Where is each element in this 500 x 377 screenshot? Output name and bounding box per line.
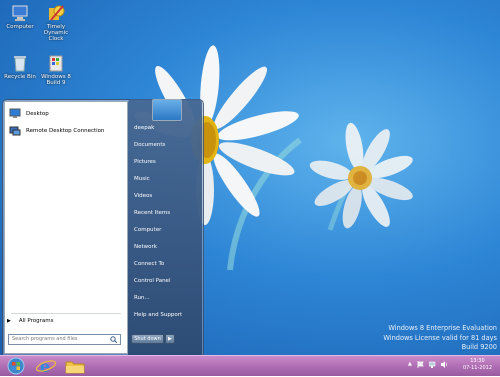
clock-time: 13:30 (470, 358, 485, 364)
show-hidden-icons-icon[interactable]: ▲ (408, 361, 412, 370)
chevron-right-icon: ▶ (168, 336, 172, 342)
taskbar-clock[interactable]: 13:30 07-11-2012 (463, 358, 492, 372)
start-right-item-help[interactable]: Help and Support (134, 312, 182, 318)
program-label: Desktop (26, 111, 49, 117)
action-center-flag-icon[interactable] (417, 361, 424, 370)
system-tray: ▲ (408, 361, 448, 370)
desktop-icon-label: Windows 8 Build 9 (41, 74, 71, 86)
watermark-line: Windows 8 Enterprise Evaluation (388, 324, 497, 332)
windows-build-icon (47, 54, 65, 72)
start-right-item-connect-to[interactable]: Connect To (134, 261, 164, 267)
start-menu-left-pane: Desktop Remote Desktop Connection (4, 101, 128, 354)
start-right-item-music[interactable]: Music (134, 176, 150, 182)
search-input[interactable]: Search programs and files (8, 334, 121, 345)
chevron-right-icon: ▶ (7, 318, 11, 324)
start-right-item-network[interactable]: Network (134, 244, 157, 250)
windows-orb-icon (7, 357, 25, 375)
remote-desktop-icon (9, 125, 21, 137)
start-menu: Desktop Remote Desktop Connection ▶ All … (2, 99, 204, 357)
taskbar-file-explorer[interactable] (63, 357, 87, 375)
search-icon[interactable] (110, 336, 118, 344)
desktop-icon-clock-app[interactable]: Timely Dynamic Clock (36, 4, 76, 42)
desktop-icon (9, 108, 21, 120)
start-right-item-videos[interactable]: Videos (134, 193, 152, 199)
shutdown-options-button[interactable]: ▶ (165, 334, 175, 344)
desktop-icon-computer[interactable]: Computer (0, 4, 40, 30)
watermark-line: Windows License valid for 81 days (383, 333, 497, 342)
svg-text:e: e (40, 357, 50, 375)
desktop-icon-windows-build[interactable]: Windows 8 Build 9 (36, 54, 76, 86)
desktop-icon-label: Recycle Bin (4, 74, 36, 80)
desktop-icon-recycle-bin[interactable]: Recycle Bin (0, 54, 40, 80)
start-right-item-run[interactable]: Run... (134, 295, 150, 301)
start-right-item-pictures[interactable]: Pictures (134, 159, 156, 165)
desktop-icon-label: Timely Dynamic Clock (43, 24, 69, 42)
taskbar-internet-explorer[interactable]: e (34, 357, 58, 376)
user-picture[interactable] (152, 99, 182, 121)
internet-explorer-icon: e (35, 357, 57, 376)
computer-icon (11, 4, 29, 22)
search-placeholder: Search programs and files (12, 336, 78, 342)
all-programs-label: All Programs (18, 318, 54, 324)
program-remote-desktop[interactable]: Remote Desktop Connection (9, 124, 105, 138)
folder-icon (65, 361, 85, 374)
clock-app-icon (47, 4, 65, 22)
desktop-icon-label: Computer (6, 24, 34, 30)
taskbar: e ▲ 13:30 07-11-2012 (0, 355, 500, 376)
start-right-item-user[interactable]: deepak (134, 125, 154, 131)
watermark-line: Build 9200 (461, 343, 497, 351)
program-label: Remote Desktop Connection (26, 128, 105, 134)
menu-divider (11, 313, 121, 314)
all-programs-button[interactable]: ▶ All Programs (7, 318, 54, 324)
recycle-bin-icon (11, 54, 29, 72)
start-right-item-control-panel[interactable]: Control Panel (134, 278, 170, 284)
clock-date: 07-11-2012 (462, 365, 492, 371)
shutdown-button[interactable]: Shut down (131, 334, 164, 344)
start-right-item-computer[interactable]: Computer (134, 227, 161, 233)
volume-icon[interactable] (440, 361, 448, 370)
start-button[interactable] (4, 357, 28, 375)
license-watermark: Windows 8 Enterprise Evaluation Windows … (383, 324, 497, 353)
start-right-item-recent-items[interactable]: Recent Items (134, 210, 170, 216)
program-desktop[interactable]: Desktop (9, 107, 49, 121)
network-icon[interactable] (428, 361, 436, 370)
start-right-item-documents[interactable]: Documents (134, 142, 165, 148)
